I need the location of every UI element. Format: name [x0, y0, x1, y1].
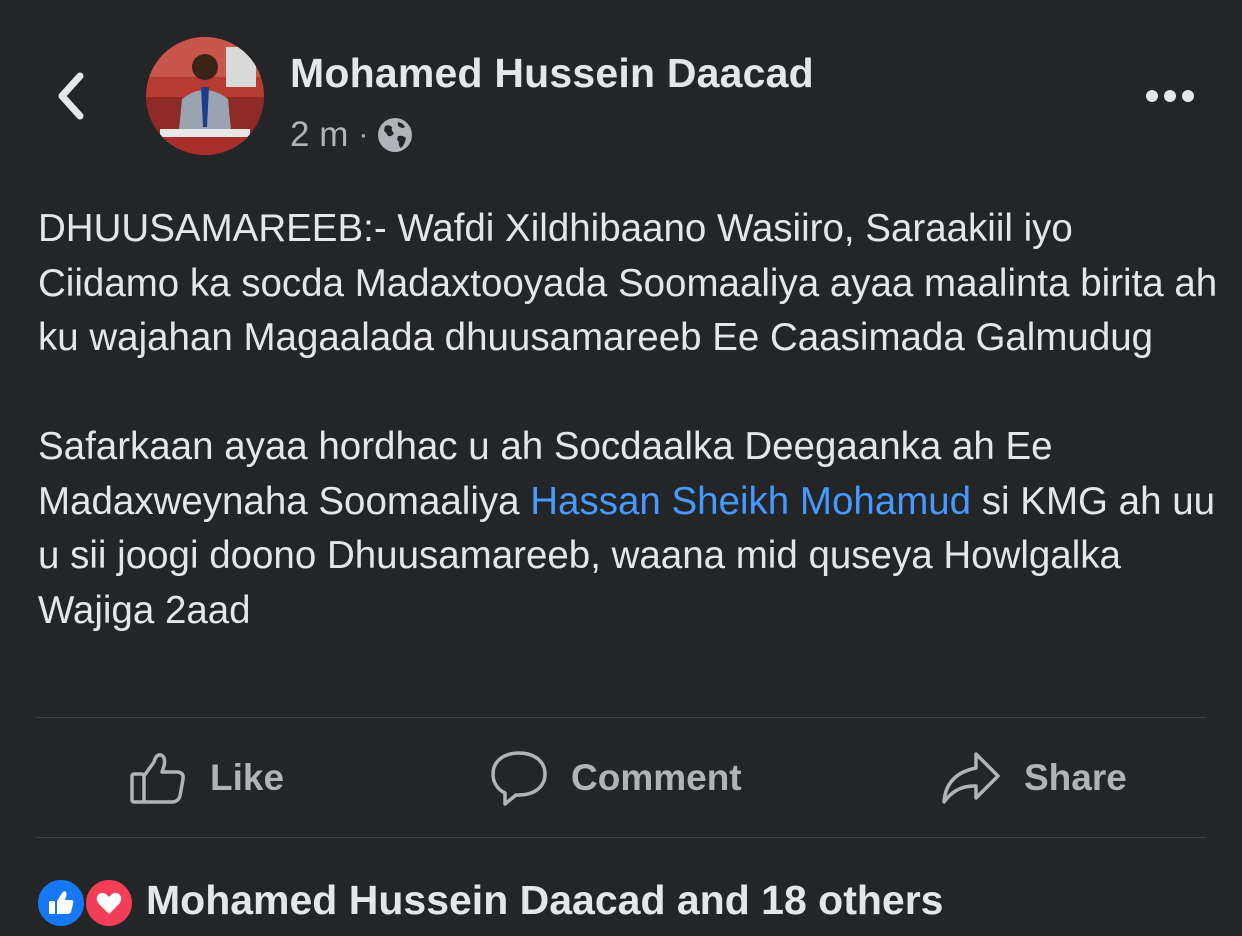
comment-button[interactable]: Comment: [489, 718, 742, 837]
reaction-icons: [36, 875, 136, 928]
timestamp[interactable]: 2 m: [290, 115, 348, 155]
comment-icon: [489, 748, 549, 808]
share-arrow-icon: [940, 748, 1002, 808]
post-header: Mohamed Hussein Daacad 2 m ·: [0, 0, 1242, 180]
chevron-left-icon: [58, 72, 84, 120]
mention-link[interactable]: Hassan Sheikh Mohamud: [530, 480, 971, 523]
more-horizontal-icon: [1146, 90, 1194, 102]
post-paragraph: DHUUSAMAREEB:- Wafdi Xildhibaano Wasiiro…: [38, 207, 1218, 359]
meta-separator: ·: [358, 118, 369, 151]
post-meta: 2 m ·: [290, 112, 414, 158]
reactions-summary-text[interactable]: Mohamed Hussein Daacad and 18 others: [146, 877, 943, 924]
reactions-summary[interactable]: Mohamed Hussein Daacad and 18 others: [36, 870, 943, 930]
comment-label: Comment: [571, 756, 742, 798]
like-label: Like: [210, 756, 285, 798]
action-bar: Like Comment Share: [36, 718, 1206, 837]
more-options-button[interactable]: [1140, 76, 1200, 116]
share-label: Share: [1024, 756, 1127, 798]
profile-photo: [146, 37, 264, 155]
post-body: DHUUSAMAREEB:- Wafdi Xildhibaano Wasiiro…: [38, 202, 1218, 638]
globe-icon[interactable]: [376, 116, 414, 154]
avatar[interactable]: [146, 37, 264, 155]
post-paragraph: Safarkaan ayaa hordhac u ah Socdaalka De…: [38, 420, 1218, 638]
like-reaction-icon: [36, 878, 86, 928]
thumbs-up-icon: [128, 748, 188, 808]
back-button[interactable]: [46, 68, 94, 124]
like-button[interactable]: Like: [128, 718, 284, 837]
love-reaction-icon: [84, 878, 134, 928]
divider: [36, 837, 1206, 838]
author-name[interactable]: Mohamed Hussein Daacad: [290, 50, 814, 97]
share-button[interactable]: Share: [940, 718, 1127, 837]
